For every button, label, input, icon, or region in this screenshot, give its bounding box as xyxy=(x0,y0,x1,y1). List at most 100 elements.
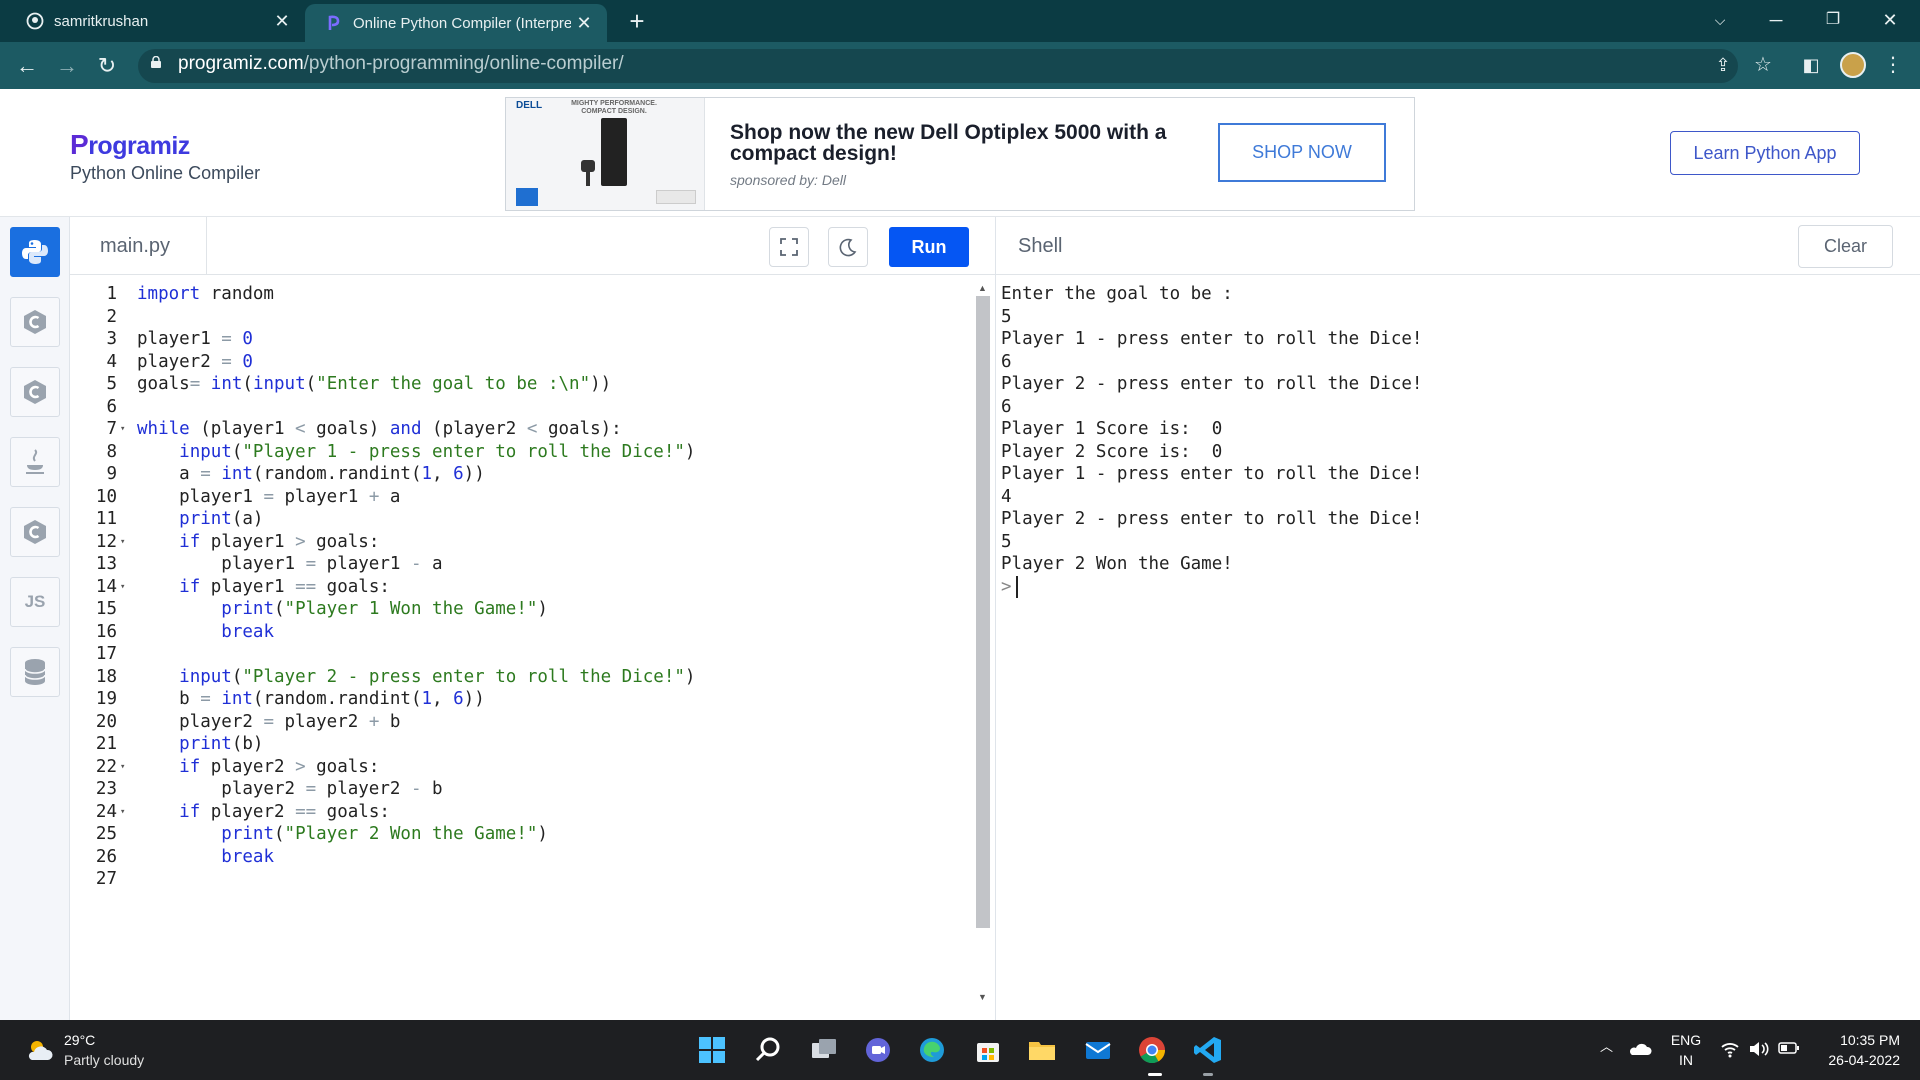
scroll-up-icon[interactable]: ▲ xyxy=(978,283,987,293)
battery-icon[interactable] xyxy=(1778,1041,1800,1055)
learn-python-app-button[interactable]: Learn Python App xyxy=(1670,131,1860,175)
back-button[interactable]: ← xyxy=(12,51,42,81)
input-language-indicator[interactable]: ENG IN xyxy=(1668,1030,1704,1070)
sidebar-item-sql[interactable] xyxy=(10,647,60,697)
sidebar-item-cpp[interactable] xyxy=(10,507,60,557)
python-icon xyxy=(22,240,48,264)
file-tab-main[interactable]: main.py xyxy=(70,217,207,275)
java-icon xyxy=(26,449,44,474)
url-text[interactable]: programiz.com/python-programming/online-… xyxy=(178,53,624,75)
logo-initial: P xyxy=(70,129,89,160)
intel-badge xyxy=(516,188,538,206)
wifi-icon[interactable] xyxy=(1720,1040,1740,1058)
search-icon[interactable] xyxy=(752,1034,784,1066)
code-text[interactable]: break xyxy=(137,619,274,647)
teams-chat-icon[interactable] xyxy=(862,1034,894,1066)
profile-avatar[interactable] xyxy=(1840,52,1866,78)
sidebar-item-java[interactable] xyxy=(10,437,60,487)
share-icon[interactable]: ⇪ xyxy=(1710,52,1736,78)
scroll-down-icon[interactable]: ▼ xyxy=(978,992,987,1002)
sidebar-item-c[interactable] xyxy=(10,367,60,417)
tab-title: samritkrushan xyxy=(54,12,149,30)
windows-start-icon[interactable] xyxy=(696,1034,728,1066)
close-icon[interactable]: ✕ xyxy=(269,11,295,32)
browser-tab-github[interactable]: samritkrushan ✕ xyxy=(0,0,305,42)
sidebar-item-js[interactable]: JS xyxy=(10,577,60,627)
sidebar-item-r[interactable] xyxy=(10,297,60,347)
microsoft-store-icon[interactable] xyxy=(972,1034,1004,1066)
vscode-icon[interactable] xyxy=(1192,1034,1224,1066)
fullscreen-icon xyxy=(780,238,798,256)
close-window-button[interactable]: ✕ xyxy=(1862,0,1918,42)
browser-tab-strip: samritkrushan ✕ Online Python Compiler (… xyxy=(0,0,1920,42)
database-icon xyxy=(24,659,46,685)
shell-output-line: Player 1 - press enter to roll the Dice! xyxy=(1001,464,1423,484)
restore-button[interactable]: ❐ xyxy=(1805,0,1861,42)
shell-output[interactable]: Enter the goal to be :5 Player 1 - press … xyxy=(996,275,1920,1020)
menu-kebab-icon[interactable]: ⋮ xyxy=(1880,52,1906,78)
ad-image[interactable]: DELL MIGHTY PERFORMANCE. COMPACT DESIGN. xyxy=(506,98,705,210)
side-panel-icon[interactable]: ◧ xyxy=(1798,52,1824,78)
fold-arrow-icon[interactable]: ▾ xyxy=(120,416,125,444)
weather-temperature[interactable]: 29°C xyxy=(64,1032,95,1048)
dell-logo: DELL xyxy=(516,100,543,111)
programiz-logo[interactable]: Programiz xyxy=(70,129,190,161)
fold-arrow-icon[interactable]: ▾ xyxy=(120,574,125,602)
reload-button[interactable]: ↻ xyxy=(92,51,122,81)
run-button[interactable]: Run xyxy=(889,227,969,267)
mail-icon[interactable] xyxy=(1082,1034,1114,1066)
system-clock[interactable]: 10:35 PM 26-04-2022 xyxy=(1810,1030,1900,1070)
code-text[interactable]: import random xyxy=(137,281,274,309)
close-icon[interactable]: ✕ xyxy=(571,13,597,34)
c-icon xyxy=(24,310,46,334)
logo-text: rogramiz xyxy=(88,132,190,160)
webcam-image xyxy=(581,160,595,172)
minimize-button[interactable]: ─ xyxy=(1748,0,1804,42)
bookmark-star-icon[interactable]: ☆ xyxy=(1750,52,1776,78)
shell-output-line: Player 2 - press enter to roll the Dice! xyxy=(1001,509,1423,529)
clear-button[interactable]: Clear xyxy=(1798,225,1893,268)
moon-icon xyxy=(839,238,857,257)
code-text[interactable]: break xyxy=(137,844,274,872)
line-number: 27 xyxy=(95,869,117,889)
scrollbar-thumb[interactable] xyxy=(976,296,990,928)
tab-search-icon[interactable]: ⌵ xyxy=(1692,0,1748,42)
new-tab-button[interactable]: + xyxy=(622,6,652,36)
chrome-icon[interactable] xyxy=(1136,1034,1168,1066)
fold-arrow-icon[interactable]: ▾ xyxy=(120,529,125,557)
dark-mode-button[interactable] xyxy=(828,227,868,267)
onedrive-icon[interactable] xyxy=(1628,1040,1652,1056)
vscode-running-indicator xyxy=(1203,1073,1213,1076)
page-subtitle: Python Online Compiler xyxy=(70,163,261,183)
clock-time: 10:35 PM xyxy=(1840,1032,1900,1048)
lang-top: ENG xyxy=(1670,1032,1702,1048)
advertisement-banner[interactable]: DELL MIGHTY PERFORMANCE. COMPACT DESIGN.… xyxy=(505,97,1415,211)
ad-mini-button xyxy=(656,190,696,204)
ad-headline[interactable]: Shop now the new Dell Optiplex 5000 with… xyxy=(730,122,1210,164)
code-text[interactable]: goals= int(input("Enter the goal to be :… xyxy=(137,371,611,399)
ad-sponsor: sponsored by: Dell xyxy=(730,172,846,188)
forward-button[interactable]: → xyxy=(52,51,82,81)
code-editor[interactable]: 1 import random 2 3 player1 = 0 4 player2 = 05… xyxy=(70,275,996,1020)
shell-prompt[interactable]: > xyxy=(1001,574,1018,602)
partly-cloudy-icon[interactable] xyxy=(26,1038,54,1062)
edge-browser-icon[interactable] xyxy=(916,1034,948,1066)
shell-output-line: Enter the goal to be : xyxy=(1001,284,1233,304)
tab-title: Online Python Compiler (Interpre xyxy=(353,14,571,32)
ad-tagline: MIGHTY PERFORMANCE. COMPACT DESIGN. xyxy=(571,100,657,115)
task-view-icon[interactable] xyxy=(808,1034,840,1066)
editor-toolbar: main.py Run xyxy=(70,217,996,275)
file-explorer-icon[interactable] xyxy=(1026,1034,1058,1066)
weather-condition[interactable]: Partly cloudy xyxy=(64,1052,144,1068)
shop-now-button[interactable]: SHOP NOW xyxy=(1218,123,1386,182)
shell-toolbar: Shell Clear xyxy=(996,217,1920,275)
chrome-running-indicator xyxy=(1148,1073,1162,1076)
sidebar-item-python[interactable] xyxy=(10,227,60,277)
c-icon xyxy=(24,380,46,404)
fold-arrow-icon[interactable]: ▾ xyxy=(120,799,125,827)
fullscreen-button[interactable] xyxy=(769,227,809,267)
show-hidden-icons-icon[interactable]: ︿ xyxy=(1600,1036,1613,1055)
browser-tab-programiz[interactable]: Online Python Compiler (Interpre ✕ xyxy=(305,4,607,42)
fold-arrow-icon[interactable]: ▾ xyxy=(120,754,125,782)
volume-icon[interactable] xyxy=(1748,1040,1770,1058)
